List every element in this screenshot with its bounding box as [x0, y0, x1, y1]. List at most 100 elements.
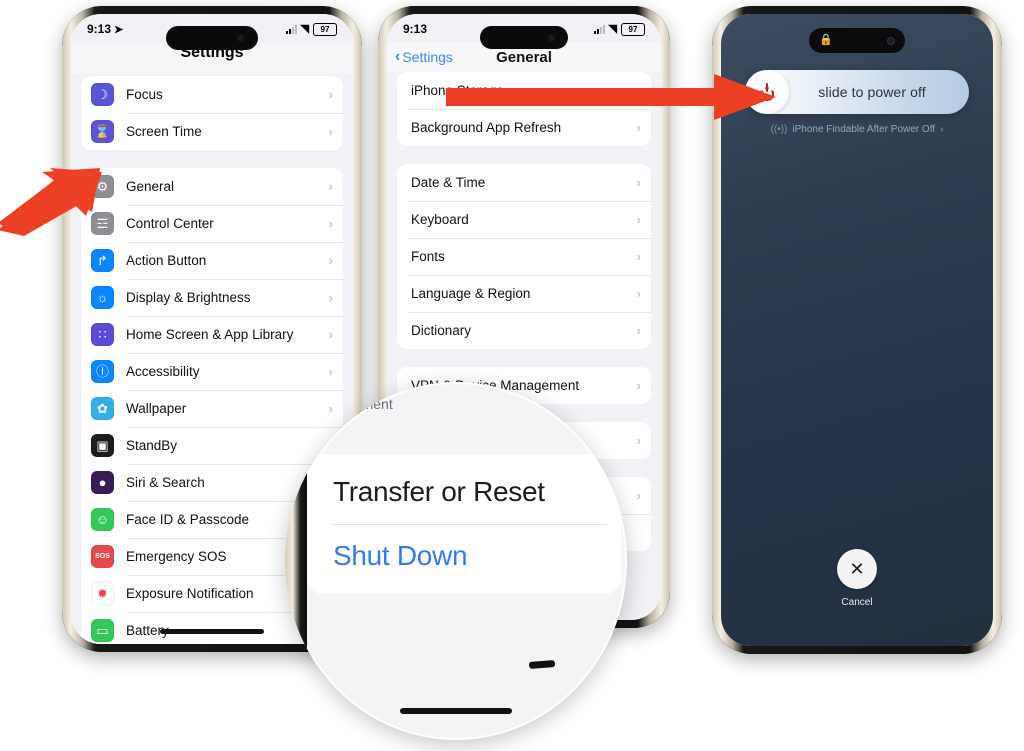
general-row-dictionary[interactable]: Dictionary ›	[397, 312, 651, 349]
battery-indicator: 97	[313, 22, 337, 36]
screenshot-stage: 9:13 ➤ ◥ 97 Settings ☽ Focus › ⌛ Screen Time…	[0, 0, 1024, 751]
cancel-label: Cancel	[841, 597, 873, 608]
magnified-row-transfer-or-reset[interactable]: Transfer or Reset	[307, 460, 621, 524]
settings-row-control-center[interactable]: ☲ Control Center ›	[81, 205, 343, 242]
settings-row-label: Accessibility	[126, 364, 200, 379]
sos-icon: SOS	[91, 545, 114, 568]
battery-icon: ▭	[91, 619, 114, 642]
chevron-right-icon: ›	[636, 249, 641, 264]
general-row-label: Keyboard	[411, 212, 469, 227]
chevron-right-icon: ›	[328, 124, 333, 139]
chevron-right-icon: ›	[328, 290, 333, 305]
wallpaper-icon: ✿	[91, 397, 114, 420]
cellular-bars-icon	[593, 24, 605, 34]
settings-row-screen-time[interactable]: ⌛ Screen Time ›	[81, 113, 343, 150]
findable-row[interactable]: ((•)) iPhone Findable After Power Off ›	[721, 124, 993, 135]
general-row-language-region[interactable]: Language & Region ›	[397, 275, 651, 312]
status-right-2: ◥ 97	[593, 22, 645, 36]
settings-row-home-screen-app-library[interactable]: ∷ Home Screen & App Library ›	[81, 316, 343, 353]
chevron-right-icon: ›	[636, 323, 641, 338]
settings-row-label: Screen Time	[126, 124, 202, 139]
magnified-ghost-label: Management	[311, 396, 393, 412]
chevron-right-icon: ›	[636, 175, 641, 190]
general-row-label: iPhone Storage	[411, 83, 505, 98]
lock-icon: 🔒	[819, 34, 833, 46]
magnified-row-shut-down[interactable]: Shut Down	[307, 524, 621, 588]
chevron-right-icon: ›	[328, 87, 333, 102]
magnified-settings-group: Transfer or Reset Shut Down	[307, 454, 621, 594]
general-row-label: Language & Region	[411, 286, 531, 301]
status-left-2: 9:13	[403, 22, 427, 36]
findable-signal-icon: ((•))	[770, 124, 788, 135]
cancel-area: ✕ Cancel	[721, 549, 993, 608]
settings-group: ☽ Focus › ⌛ Screen Time ›	[81, 76, 343, 150]
chevron-right-icon: ›	[636, 120, 641, 135]
general-row-iphone-storage[interactable]: iPhone Storage ›	[397, 72, 651, 109]
standby-icon: ▣	[91, 434, 114, 457]
phone-power-off: 🔒 slide to power off ((•)) iPhone Findab…	[712, 6, 1002, 654]
settings-row-label: Control Center	[126, 216, 214, 231]
magnifier-content: Management Transfer or Reset Shut Down	[285, 382, 627, 740]
wifi-icon: ◥	[300, 22, 309, 35]
home-screen-icon: ∷	[91, 323, 114, 346]
dynamic-island-2	[480, 26, 568, 49]
siri-icon: ●	[91, 471, 114, 494]
magnified-phone-edge	[285, 434, 307, 684]
general-row-keyboard[interactable]: Keyboard ›	[397, 201, 651, 238]
slider-label: slide to power off	[818, 84, 926, 100]
action-button-icon: ↱	[91, 249, 114, 272]
general-row-fonts[interactable]: Fonts ›	[397, 238, 651, 275]
magnified-home-indicator	[400, 708, 512, 714]
chevron-right-icon: ›	[636, 433, 641, 448]
cancel-button[interactable]: ✕	[837, 549, 877, 589]
settings-row-label: Home Screen & App Library	[126, 327, 294, 342]
slider-knob[interactable]	[745, 70, 789, 114]
settings-row-display-brightness[interactable]: ☼ Display & Brightness ›	[81, 279, 343, 316]
chevron-right-icon: ›	[328, 364, 333, 379]
findable-label: iPhone Findable After Power Off	[792, 124, 936, 135]
chevron-right-icon: ›	[328, 327, 333, 342]
close-icon: ✕	[849, 558, 865, 579]
phone-screen-3: 🔒 slide to power off ((•)) iPhone Findab…	[721, 14, 993, 646]
gear-icon: ⚙	[91, 175, 114, 198]
status-left-1: 9:13 ➤	[87, 22, 123, 36]
magnified-label-shut-down: Shut Down	[333, 540, 468, 571]
chevron-right-icon: ›	[636, 286, 641, 301]
settings-row-action-button[interactable]: ↱ Action Button ›	[81, 242, 343, 279]
general-row-background-app-refresh[interactable]: Background App Refresh ›	[397, 109, 651, 146]
magnified-detail-mark	[528, 660, 556, 669]
settings-row-focus[interactable]: ☽ Focus ›	[81, 76, 343, 113]
settings-row-general[interactable]: ⚙ General ›	[81, 168, 343, 205]
status-time: 9:13	[87, 22, 112, 36]
battery-indicator-2: 97	[621, 22, 645, 36]
general-row-date-time[interactable]: Date & Time ›	[397, 164, 651, 201]
hourglass-icon: ⌛	[91, 120, 114, 143]
magnified-label-transfer-or-reset: Transfer or Reset	[333, 476, 545, 507]
chevron-right-icon: ›	[636, 378, 641, 393]
power-icon	[758, 83, 776, 101]
settings-row-label: Focus	[126, 87, 163, 102]
status-right-1: ◥ 97	[285, 22, 337, 36]
cellular-bars-icon	[285, 24, 297, 34]
brightness-icon: ☼	[91, 286, 114, 309]
front-camera-icon	[548, 34, 555, 41]
front-camera-icon	[237, 34, 244, 42]
power-off-slider[interactable]: slide to power off	[745, 70, 969, 114]
settings-row-label: Action Button	[126, 253, 207, 268]
magnifier-callout: Management Transfer or Reset Shut Down	[285, 382, 627, 740]
accessibility-icon: Ⓘ	[91, 360, 114, 383]
location-arrow-icon: ➤	[114, 23, 124, 36]
chevron-right-icon: ›	[328, 216, 333, 231]
general-row-label: Fonts	[411, 249, 445, 264]
chevron-right-icon: ›	[636, 212, 641, 227]
chevron-right-icon: ›	[636, 488, 641, 503]
chevron-right-icon: ›	[328, 253, 333, 268]
status-time-2: 9:13	[403, 22, 428, 36]
general-row-label: Background App Refresh	[411, 120, 562, 135]
camera-icon	[887, 36, 895, 45]
power-off-screen: 🔒 slide to power off ((•)) iPhone Findab…	[721, 14, 993, 646]
general-group: iPhone Storage › Background App Refresh ›	[397, 72, 651, 146]
chevron-right-icon: ›	[328, 179, 333, 194]
chevron-right-icon: ›	[940, 124, 944, 135]
chevron-right-icon: ›	[636, 83, 641, 98]
